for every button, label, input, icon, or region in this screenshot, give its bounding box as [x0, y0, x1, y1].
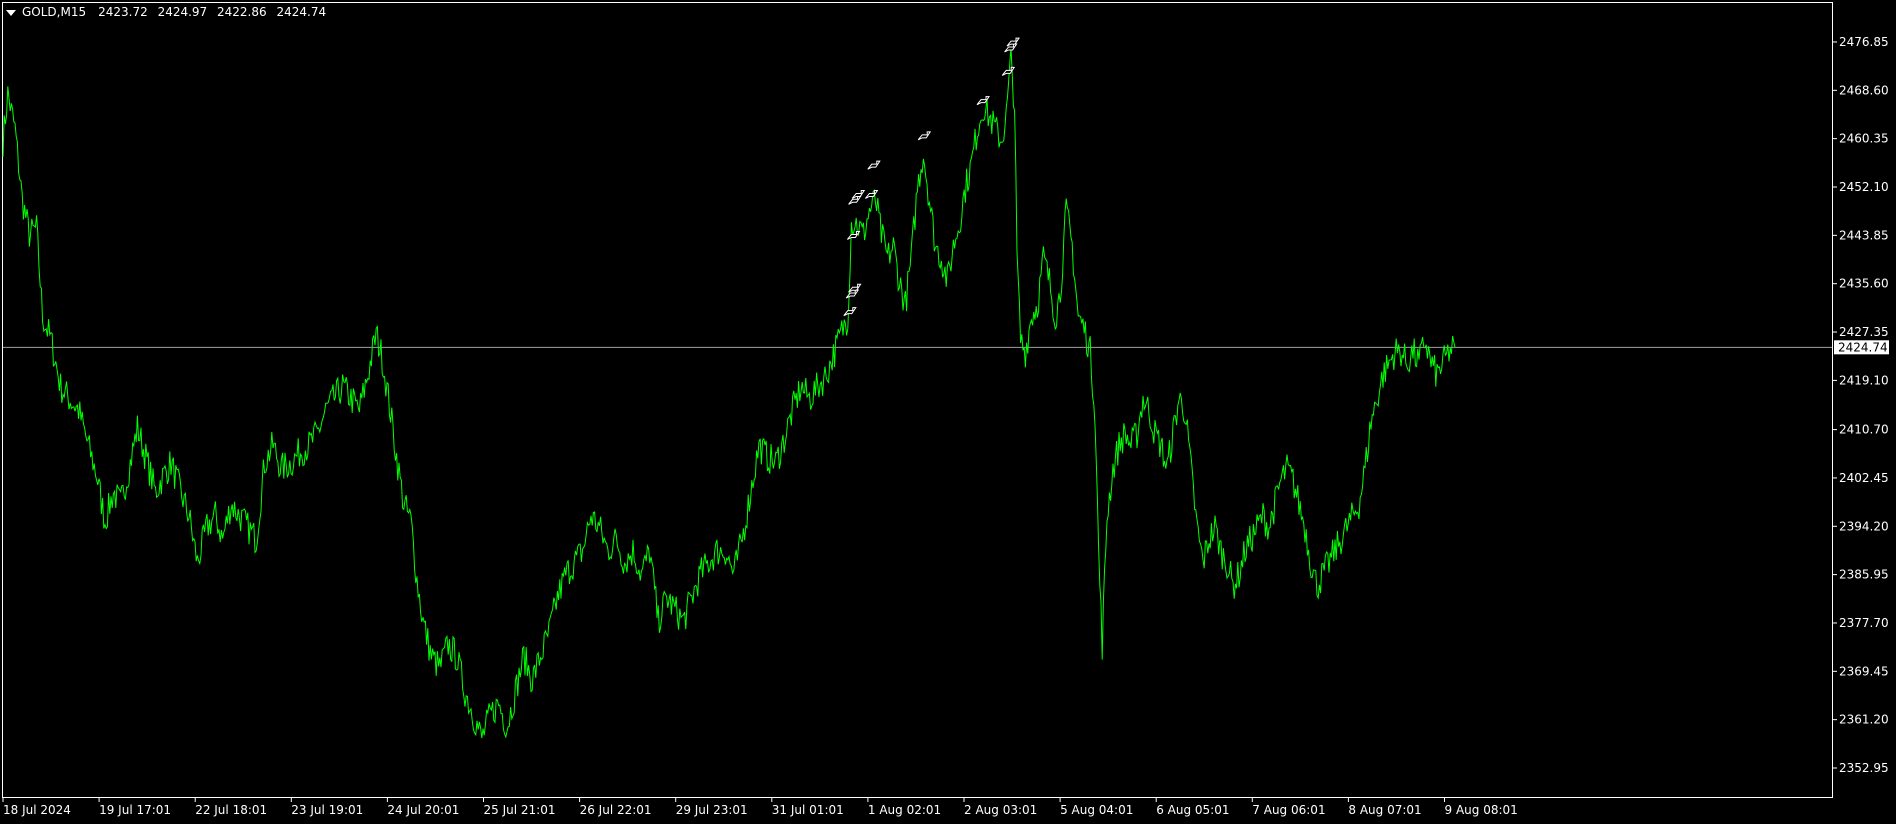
chart-canvas[interactable]: 2476.85 2468.60 2460.35 2452.10 2443.85 2435.…	[0, 0, 1896, 820]
x-tick-label: 5 Aug 04:01	[1060, 803, 1133, 817]
y-tick-label: 2468.60	[1839, 83, 1889, 97]
y-tick-label: 2402.45	[1839, 471, 1889, 485]
price-chart[interactable]: 2476.85 2468.60 2460.35 2452.10 2443.85 2435.…	[0, 0, 1896, 820]
low-value: 2422.86	[217, 5, 267, 19]
x-tick-label: 24 Jul 20:01	[387, 803, 459, 817]
x-tick-label: 8 Aug 07:01	[1348, 803, 1421, 817]
y-tick-label: 2410.70	[1839, 423, 1889, 437]
y-tick-label: 2460.35	[1839, 132, 1889, 146]
y-tick-label: 2476.85	[1839, 35, 1889, 49]
x-tick-label: 31 Jul 01:01	[772, 803, 844, 817]
chart-background	[0, 0, 1896, 820]
y-tick-label: 2394.20	[1839, 519, 1889, 533]
x-tick-label: 22 Jul 18:01	[195, 803, 267, 817]
chart-menu-caret-icon[interactable]	[6, 9, 16, 16]
close-value: 2424.74	[276, 5, 327, 19]
x-tick-label: 2 Aug 03:01	[964, 803, 1037, 817]
x-tick-label: 1 Aug 02:01	[868, 803, 941, 817]
x-tick-label: 18 Jul 2024	[3, 803, 71, 817]
symbol-info-bar: GOLD,M15 2423.72 2424.97 2422.86 2424.74	[6, 5, 326, 19]
y-tick-label: 2427.35	[1839, 325, 1889, 339]
y-tick-label: 2377.70	[1839, 616, 1889, 630]
y-tick-label: 2443.85	[1839, 228, 1889, 242]
current-price-tag: 2424.74	[1834, 340, 1889, 355]
y-tick-label: 2452.10	[1839, 180, 1889, 194]
x-tick-label: 9 Aug 08:01	[1445, 803, 1518, 817]
x-tick-label: 26 Jul 22:01	[580, 803, 652, 817]
x-tick-label: 29 Jul 23:01	[676, 803, 748, 817]
x-tick-label: 6 Aug 05:01	[1156, 803, 1229, 817]
ohlc-readout: 2423.72 2424.97 2422.86 2424.74	[92, 5, 326, 19]
y-tick-label: 2352.95	[1839, 761, 1889, 775]
symbol-label: GOLD,M15	[22, 5, 87, 19]
y-tick-label: 2435.60	[1839, 277, 1889, 291]
x-tick-label: 23 Jul 19:01	[291, 803, 363, 817]
x-tick-label: 19 Jul 17:01	[99, 803, 171, 817]
open-value: 2423.72	[98, 5, 148, 19]
high-value: 2424.97	[157, 5, 208, 19]
y-tick-label: 2361.20	[1839, 713, 1889, 727]
y-tick-label: 2369.45	[1839, 664, 1889, 678]
x-tick-label: 25 Jul 21:01	[484, 803, 556, 817]
y-tick-label: 2385.95	[1839, 568, 1889, 582]
y-tick-label: 2419.10	[1839, 373, 1889, 387]
x-tick-label: 7 Aug 06:01	[1252, 803, 1325, 817]
current-price-label: 2424.74	[1838, 340, 1888, 354]
